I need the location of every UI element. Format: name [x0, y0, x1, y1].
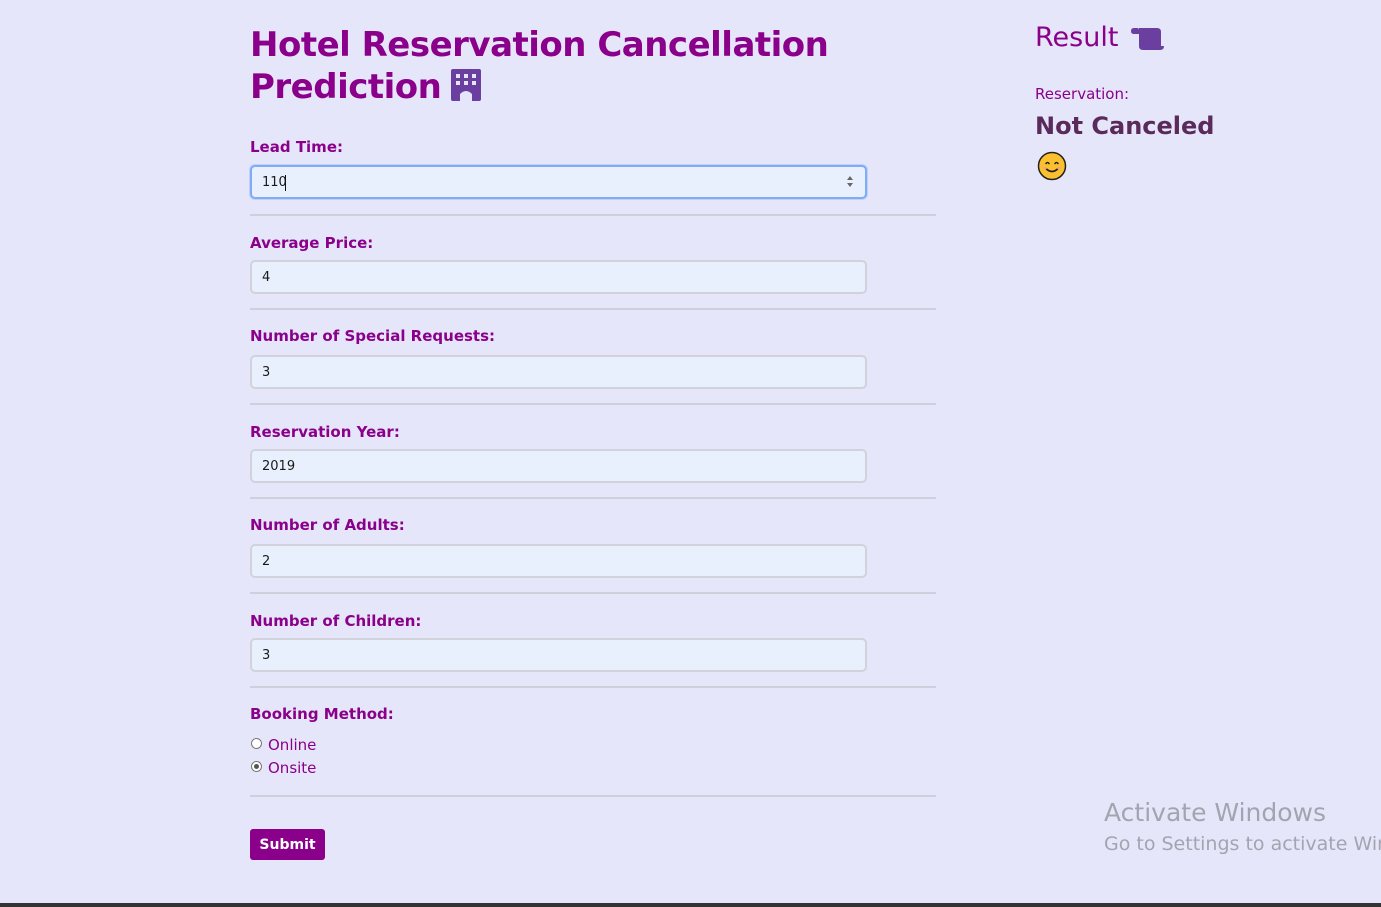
divider — [250, 497, 936, 499]
reservation-year-label: Reservation Year: — [250, 423, 400, 441]
reservation-year-input[interactable] — [262, 457, 822, 475]
radio-onsite[interactable] — [251, 761, 262, 772]
text-caret — [285, 175, 286, 191]
children-input[interactable] — [262, 646, 822, 664]
spinner-down-icon[interactable] — [847, 183, 853, 187]
children-label: Number of Children: — [250, 612, 422, 630]
prediction-result: Not Canceled — [1035, 112, 1215, 140]
taskbar-edge — [0, 903, 1381, 907]
divider — [250, 214, 936, 216]
children-box[interactable] — [250, 638, 867, 672]
page-title: Hotel Reservation Cancellation Predictio… — [250, 24, 890, 112]
average-price-box[interactable] — [250, 260, 867, 294]
scroll-icon — [1131, 26, 1165, 56]
radio-online-label[interactable]: Online — [268, 736, 316, 754]
booking-method-label: Booking Method: — [250, 705, 394, 723]
special-requests-input[interactable] — [262, 363, 822, 381]
activate-windows-watermark: Activate Windows Go to Settings to activ… — [1104, 796, 1381, 858]
lead-time-box[interactable] — [250, 165, 867, 199]
adults-box[interactable] — [250, 544, 867, 578]
special-requests-label: Number of Special Requests: — [250, 327, 496, 345]
number-spinner[interactable] — [847, 175, 855, 189]
divider — [250, 686, 936, 688]
page-title-text: Hotel Reservation Cancellation Predictio… — [250, 25, 829, 107]
divider — [250, 308, 936, 310]
watermark-line-2: Go to Settings to activate Windows. — [1104, 833, 1381, 855]
average-price-label: Average Price: — [250, 234, 374, 252]
reservation-label: Reservation: — [1035, 85, 1130, 103]
spinner-up-icon[interactable] — [847, 176, 853, 180]
radio-online[interactable] — [251, 738, 262, 749]
result-title: Result — [1035, 22, 1119, 53]
hotel-building-icon — [449, 68, 483, 112]
smiling-face-icon — [1037, 151, 1067, 185]
watermark-line-1: Activate Windows — [1104, 798, 1326, 827]
reservation-year-box[interactable] — [250, 449, 867, 483]
average-price-input[interactable] — [262, 268, 822, 286]
divider — [250, 592, 936, 594]
special-requests-box[interactable] — [250, 355, 867, 389]
adults-input[interactable] — [262, 552, 822, 570]
lead-time-label: Lead Time: — [250, 138, 343, 156]
divider — [250, 795, 936, 797]
radio-onsite-label[interactable]: Onsite — [268, 759, 316, 777]
divider — [250, 403, 936, 405]
submit-button[interactable]: Submit — [250, 829, 325, 860]
adults-label: Number of Adults: — [250, 516, 405, 534]
lead-time-input[interactable] — [262, 173, 822, 191]
